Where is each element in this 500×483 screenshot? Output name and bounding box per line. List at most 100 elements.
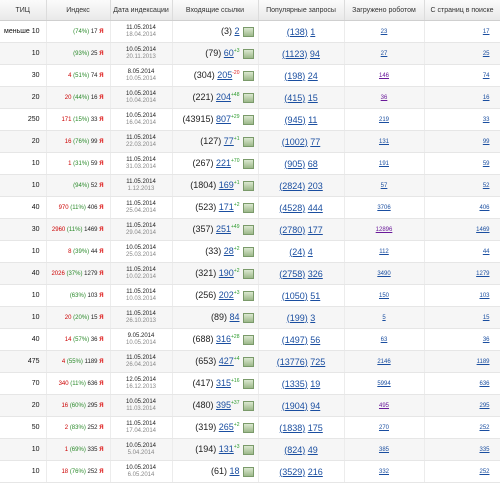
links-link[interactable]: 265 <box>219 422 234 432</box>
links-link[interactable]: 221 <box>216 158 231 168</box>
robot-loaded-link[interactable]: 3490 <box>377 271 390 277</box>
chart-thumb-icon[interactable] <box>242 400 254 411</box>
robot-loaded-link[interactable]: 2146 <box>377 359 390 365</box>
chart-thumb-icon[interactable] <box>242 356 254 367</box>
queries-total-link[interactable]: (1123) <box>282 49 307 59</box>
pages-in-search-link[interactable]: 59 <box>483 161 490 167</box>
col-header-index-date[interactable]: Дата индексации <box>110 0 173 21</box>
links-link[interactable]: 2 <box>234 26 239 36</box>
links-link[interactable]: 395 <box>216 400 231 410</box>
links-link[interactable]: 131 <box>219 444 234 454</box>
robot-loaded-link[interactable]: 3706 <box>377 205 390 211</box>
robot-loaded-link[interactable]: 112 <box>379 249 389 255</box>
chart-thumb-icon[interactable] <box>242 114 254 125</box>
queries-value-link[interactable]: 68 <box>308 159 318 169</box>
links-link[interactable]: 190 <box>219 268 234 278</box>
queries-total-link[interactable]: (1497) <box>282 335 308 345</box>
pages-in-search-link[interactable]: 1469 <box>476 227 489 233</box>
queries-value-link[interactable]: 177 <box>308 225 323 235</box>
queries-value-link[interactable]: 444 <box>308 203 323 213</box>
queries-value-link[interactable]: 326 <box>308 269 323 279</box>
queries-total-link[interactable]: (1050) <box>282 291 308 301</box>
queries-value-link[interactable]: 19 <box>310 379 320 389</box>
queries-total-link[interactable]: (199) <box>287 313 308 323</box>
links-link[interactable]: 28 <box>224 246 234 256</box>
robot-loaded-link[interactable]: 131 <box>379 139 389 145</box>
robot-loaded-link[interactable]: 5994 <box>377 381 390 387</box>
queries-total-link[interactable]: (138) <box>287 27 308 37</box>
robot-loaded-link[interactable]: 36 <box>381 95 388 101</box>
queries-total-link[interactable]: (4528) <box>279 203 305 213</box>
links-link[interactable]: 204 <box>216 92 231 102</box>
robot-loaded-link[interactable]: 332 <box>379 469 389 475</box>
links-link[interactable]: 84 <box>229 312 239 322</box>
chart-thumb-icon[interactable] <box>242 444 254 455</box>
queries-total-link[interactable]: (2780) <box>279 225 305 235</box>
queries-value-link[interactable]: 203 <box>308 181 323 191</box>
col-header-popular-queries[interactable]: Популярные запросы <box>258 0 345 21</box>
chart-thumb-icon[interactable] <box>242 378 254 389</box>
chart-thumb-icon[interactable] <box>242 136 254 147</box>
robot-loaded-link[interactable]: 219 <box>379 117 389 123</box>
queries-value-link[interactable]: 49 <box>308 445 318 455</box>
chart-thumb-icon[interactable] <box>242 334 254 345</box>
links-link[interactable]: 60 <box>224 48 234 58</box>
queries-total-link[interactable]: (824) <box>284 445 305 455</box>
chart-thumb-icon[interactable] <box>242 290 254 301</box>
queries-total-link[interactable]: (945) <box>285 115 306 125</box>
robot-loaded-link[interactable]: 146 <box>379 73 389 79</box>
pages-in-search-link[interactable]: 44 <box>483 249 490 255</box>
queries-value-link[interactable]: 3 <box>310 313 315 323</box>
queries-total-link[interactable]: (905) <box>284 159 305 169</box>
chart-thumb-icon[interactable] <box>242 48 254 59</box>
queries-total-link[interactable]: (1904) <box>282 401 308 411</box>
pages-in-search-link[interactable]: 25 <box>483 51 490 57</box>
pages-in-search-link[interactable]: 36 <box>483 337 490 343</box>
pages-in-search-link[interactable]: 252 <box>479 425 489 431</box>
queries-value-link[interactable]: 4 <box>308 247 313 257</box>
pages-in-search-link[interactable]: 406 <box>479 205 489 211</box>
queries-total-link[interactable]: (13776) <box>277 357 308 367</box>
robot-loaded-link[interactable]: 57 <box>381 183 388 189</box>
col-header-pages-in-search[interactable]: С страниц в поиске <box>424 0 500 21</box>
robot-loaded-link[interactable]: 23 <box>381 29 388 35</box>
robot-loaded-link[interactable]: 27 <box>381 51 388 57</box>
queries-value-link[interactable]: 56 <box>310 335 320 345</box>
chart-thumb-icon[interactable] <box>242 246 254 257</box>
chart-thumb-icon[interactable] <box>242 180 254 191</box>
queries-value-link[interactable]: 77 <box>310 137 320 147</box>
chart-thumb-icon[interactable] <box>242 70 254 81</box>
chart-thumb-icon[interactable] <box>242 466 254 477</box>
chart-thumb-icon[interactable] <box>242 312 254 323</box>
chart-thumb-icon[interactable] <box>242 224 254 235</box>
links-link[interactable]: 171 <box>219 202 234 212</box>
pages-in-search-link[interactable]: 74 <box>483 73 490 79</box>
robot-loaded-link[interactable]: 270 <box>379 425 389 431</box>
robot-loaded-link[interactable]: 5 <box>382 315 385 321</box>
links-link[interactable]: 315 <box>216 378 231 388</box>
queries-total-link[interactable]: (2824) <box>279 181 305 191</box>
pages-in-search-link[interactable]: 1279 <box>476 271 489 277</box>
queries-total-link[interactable]: (1002) <box>282 137 308 147</box>
queries-total-link[interactable]: (2758) <box>279 269 305 279</box>
robot-loaded-link[interactable]: 12896 <box>376 227 393 233</box>
chart-thumb-icon[interactable] <box>242 202 254 213</box>
chart-thumb-icon[interactable] <box>242 268 254 279</box>
links-link[interactable]: 427 <box>219 356 234 366</box>
pages-in-search-link[interactable]: 636 <box>479 381 489 387</box>
col-header-inbound-links[interactable]: Входящие ссылки <box>172 0 259 21</box>
links-link[interactable]: 205 <box>217 70 232 80</box>
links-link[interactable]: 807 <box>216 114 231 124</box>
links-link[interactable]: 316 <box>216 334 231 344</box>
pages-in-search-link[interactable]: 15 <box>483 315 490 321</box>
queries-value-link[interactable]: 175 <box>308 423 323 433</box>
robot-loaded-link[interactable]: 63 <box>381 337 388 343</box>
links-link[interactable]: 251 <box>216 224 231 234</box>
pages-in-search-link[interactable]: 52 <box>483 183 490 189</box>
pages-in-search-link[interactable]: 295 <box>479 403 489 409</box>
pages-in-search-link[interactable]: 99 <box>483 139 490 145</box>
queries-value-link[interactable]: 24 <box>308 71 318 81</box>
robot-loaded-link[interactable]: 495 <box>379 403 389 409</box>
queries-value-link[interactable]: 725 <box>310 357 325 367</box>
pages-in-search-link[interactable]: 335 <box>479 447 489 453</box>
